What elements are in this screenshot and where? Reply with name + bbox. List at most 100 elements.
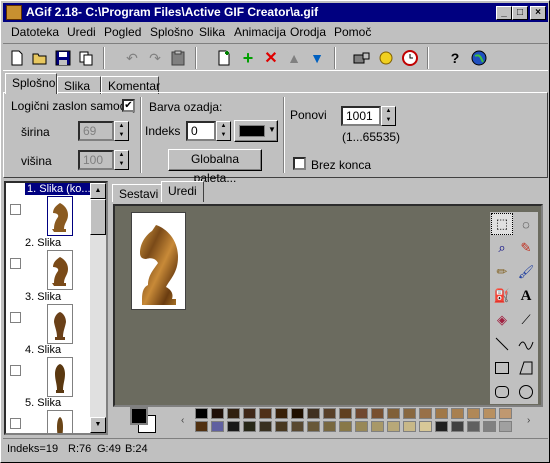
palette-swatch[interactable]	[275, 421, 288, 432]
down-arrow-icon[interactable]: ▼	[306, 47, 328, 69]
app-icon[interactable]	[6, 5, 22, 20]
scroll-thumb[interactable]	[90, 199, 106, 235]
palette-swatch[interactable]	[195, 408, 208, 419]
menu-splosno[interactable]: Splošno	[150, 25, 193, 39]
palette-swatch[interactable]	[435, 421, 448, 432]
palette-right-arrow-icon[interactable]: ›	[527, 415, 530, 426]
palette-left-arrow-icon[interactable]: ‹	[181, 415, 184, 426]
menu-datoteka[interactable]: Datoteka	[11, 25, 59, 39]
palette-swatch[interactable]	[387, 408, 400, 419]
eraser-icon[interactable]: ✎	[515, 237, 537, 259]
width-spinner[interactable]: ▲ ▼	[114, 121, 129, 141]
pencil-icon[interactable]: ✏	[491, 261, 513, 283]
palette-swatch[interactable]	[499, 408, 512, 419]
frame-checkbox[interactable]	[10, 312, 21, 323]
palette-swatch[interactable]	[227, 408, 240, 419]
scroll-up-button[interactable]: ▲	[90, 183, 106, 199]
optimize-icon[interactable]	[351, 47, 373, 69]
global-palette-button[interactable]: Globalna paleta...	[168, 149, 262, 185]
palette-swatch[interactable]	[291, 408, 304, 419]
scroll-down-button[interactable]: ▼	[90, 417, 106, 433]
paste-icon[interactable]	[167, 47, 189, 69]
palette-swatch[interactable]	[451, 408, 464, 419]
curve-icon[interactable]	[515, 333, 537, 355]
height-spinner[interactable]: ▲ ▼	[114, 150, 129, 170]
frame-checkbox[interactable]	[10, 258, 21, 269]
palette-swatch[interactable]	[467, 421, 480, 432]
close-button[interactable]: ×	[530, 6, 546, 20]
ellipse-icon[interactable]	[515, 381, 537, 403]
tab-sestavi[interactable]: Sestavi	[112, 184, 166, 202]
line-icon[interactable]	[491, 333, 513, 355]
frame-checkbox[interactable]	[10, 204, 21, 215]
palette-swatch[interactable]	[339, 408, 352, 419]
rounded-rect-icon[interactable]	[491, 381, 513, 403]
open-icon[interactable]	[29, 47, 51, 69]
palette-swatch[interactable]	[483, 408, 496, 419]
width-field[interactable]: 69	[78, 121, 114, 141]
palette-swatch[interactable]	[211, 408, 224, 419]
zoom-icon[interactable]: ⌕	[491, 237, 513, 259]
frame-list[interactable]: 1. Slika (ko... 2. Slika 3. Slika 4. Sli…	[4, 181, 108, 435]
color-picker-icon[interactable]: ⟋	[515, 309, 537, 331]
palette-swatch[interactable]	[499, 421, 512, 432]
frame-item-4[interactable]: 4. Slika	[8, 344, 94, 397]
wizard-icon[interactable]	[375, 47, 397, 69]
polygon-icon[interactable]	[515, 357, 537, 379]
palette-swatch[interactable]	[243, 408, 256, 419]
palette-swatch[interactable]	[323, 408, 336, 419]
palette-swatch[interactable]	[243, 421, 256, 432]
help-icon[interactable]: ?	[444, 47, 466, 69]
frame-list-scrollbar[interactable]: ▲ ▼	[90, 183, 106, 433]
globe-icon[interactable]	[468, 47, 490, 69]
height-field[interactable]: 100	[78, 150, 114, 170]
palette-swatch[interactable]	[403, 408, 416, 419]
tab-uredi[interactable]: Uredi	[161, 181, 204, 202]
repeat-spinner[interactable]: ▲ ▼	[381, 106, 396, 126]
palette-swatch[interactable]	[307, 421, 320, 432]
repeat-field[interactable]: 1001	[341, 106, 381, 126]
edit-canvas[interactable]: ⬚ ◌ ⌕ ✎ ✏ 🖌 ⛽ A ◈ ⟋	[113, 204, 543, 407]
redo-icon[interactable]: ↷	[144, 47, 166, 69]
palette-swatch[interactable]	[483, 421, 496, 432]
palette-swatch[interactable]	[259, 421, 272, 432]
palette-swatch[interactable]	[403, 421, 416, 432]
palette-swatch[interactable]	[419, 421, 432, 432]
palette-swatch[interactable]	[371, 421, 384, 432]
frame-checkbox[interactable]	[10, 418, 21, 429]
bg-color-picker[interactable]: ▼	[234, 120, 278, 142]
palette-swatch[interactable]	[195, 421, 208, 432]
menu-uredi[interactable]: Uredi	[67, 25, 96, 39]
palette-swatch[interactable]	[323, 421, 336, 432]
clock-icon[interactable]	[399, 47, 421, 69]
new-icon[interactable]	[6, 47, 28, 69]
rectangle-icon[interactable]	[491, 357, 513, 379]
palette-swatch[interactable]	[259, 408, 272, 419]
index-spinner[interactable]: ▲ ▼	[216, 121, 231, 141]
maximize-button[interactable]: □	[512, 6, 528, 20]
palette-swatch[interactable]	[467, 408, 480, 419]
rect-select-icon[interactable]: ⬚	[491, 213, 513, 235]
palette-swatch[interactable]	[435, 408, 448, 419]
menu-slika[interactable]: Slika	[199, 25, 225, 39]
palette-swatch[interactable]	[451, 421, 464, 432]
spray-icon[interactable]: ⛽	[491, 285, 513, 307]
menu-orodja[interactable]: Orodja	[290, 25, 326, 39]
menu-pomoc[interactable]: Pomoč	[334, 25, 371, 39]
frame-item-2[interactable]: 2. Slika	[8, 237, 94, 290]
palette-swatch[interactable]	[355, 408, 368, 419]
palette-swatch[interactable]	[291, 421, 304, 432]
fill-icon[interactable]: ◈	[491, 309, 513, 331]
foreground-color-swatch[interactable]	[130, 407, 148, 425]
loop-forever-checkbox[interactable]	[293, 157, 306, 170]
delete-icon[interactable]: ✕	[260, 47, 282, 69]
lasso-select-icon[interactable]: ◌	[515, 213, 537, 235]
palette-swatch[interactable]	[211, 421, 224, 432]
menu-animacija[interactable]: Animacija	[234, 25, 286, 39]
palette-swatch[interactable]	[227, 421, 240, 432]
frame-item-5[interactable]: 5. Slika	[8, 397, 94, 433]
add-icon[interactable]: +	[237, 47, 259, 69]
minimize-button[interactable]: _	[496, 6, 512, 20]
up-arrow-icon[interactable]: ▲	[283, 47, 305, 69]
copy-doc-icon[interactable]	[75, 47, 97, 69]
